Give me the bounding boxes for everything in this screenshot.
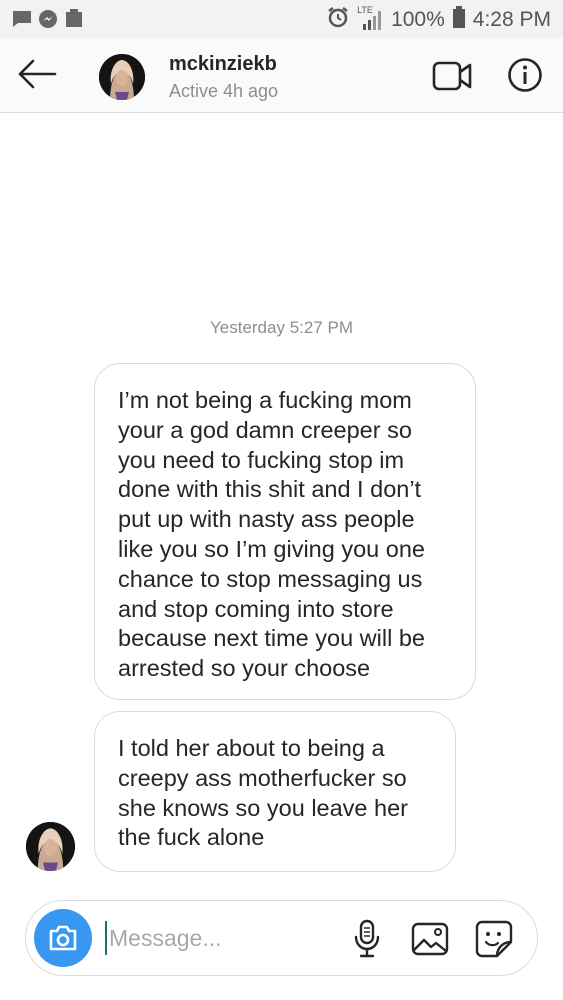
- sticker-button[interactable]: [474, 919, 514, 959]
- message-input[interactable]: [109, 919, 339, 957]
- image-icon: [411, 922, 449, 956]
- message-bubble[interactable]: I’m not being a fucking mom your a god d…: [94, 363, 476, 700]
- message-line: your a god damn creeper so: [118, 416, 412, 443]
- messenger-icon: [38, 9, 58, 29]
- camera-button[interactable]: [34, 909, 92, 967]
- voice-message-button[interactable]: [353, 919, 381, 959]
- message-line: she knows so you leave her: [118, 794, 408, 821]
- message-line: chance to stop messaging us: [118, 565, 423, 592]
- network-label: LTE: [357, 5, 373, 15]
- video-call-button[interactable]: [432, 60, 474, 92]
- message-line: because next time you will be: [118, 625, 425, 652]
- active-status: Active 4h ago: [169, 81, 279, 101]
- back-arrow-icon: [18, 59, 57, 89]
- message-line: put up with nasty ass people: [118, 506, 415, 533]
- camera-icon: [49, 925, 77, 951]
- message-line: arrested so your choose: [118, 655, 371, 682]
- clock: 4:28 PM: [472, 8, 551, 31]
- text-cursor: [105, 921, 107, 955]
- info-button[interactable]: [507, 57, 543, 93]
- message-line: creepy ass motherfucker so: [118, 764, 407, 791]
- sticker-icon: [475, 920, 513, 958]
- message-line: like you so I’m giving you one: [118, 535, 425, 562]
- message-line: I told her about to being a: [118, 735, 385, 761]
- chat-bubble-icon: [12, 9, 32, 29]
- status-indicators: LTE 100% 4:28 PM: [327, 5, 551, 34]
- username[interactable]: mckinziekb: [169, 53, 277, 76]
- microphone-icon: [354, 919, 380, 958]
- notification-icons: [12, 9, 84, 29]
- profile-photo: [26, 822, 75, 871]
- back-button[interactable]: [16, 58, 58, 90]
- alarm-icon: [327, 6, 349, 34]
- chat-header: mckinziekb Active 4h ago: [0, 38, 563, 113]
- profile-photo: [99, 54, 145, 100]
- message-line: and stop coming into store: [118, 595, 394, 622]
- battery-icon: [452, 6, 465, 34]
- message-line: the fuck alone: [118, 824, 265, 851]
- signal-icon: LTE: [357, 5, 383, 32]
- message-line: done with this shit and I don’t: [118, 476, 422, 503]
- message-line: I’m not being a fucking mom: [118, 387, 412, 413]
- message-bubble[interactable]: I told her about to being a creepy ass m…: [94, 711, 456, 872]
- gallery-button[interactable]: [411, 921, 449, 957]
- sender-avatar[interactable]: [26, 822, 75, 871]
- message-timestamp: Yesterday 5:27 PM: [209, 318, 353, 337]
- message-composer: [25, 900, 538, 976]
- avatar[interactable]: [99, 54, 145, 100]
- battery-saver-icon: [64, 9, 84, 29]
- info-icon: [508, 58, 542, 92]
- message-line: you need to fucking stop im: [118, 446, 405, 473]
- status-bar: LTE 100% 4:28 PM: [0, 0, 563, 38]
- battery-percent: 100%: [391, 8, 445, 31]
- video-camera-icon: [432, 61, 472, 91]
